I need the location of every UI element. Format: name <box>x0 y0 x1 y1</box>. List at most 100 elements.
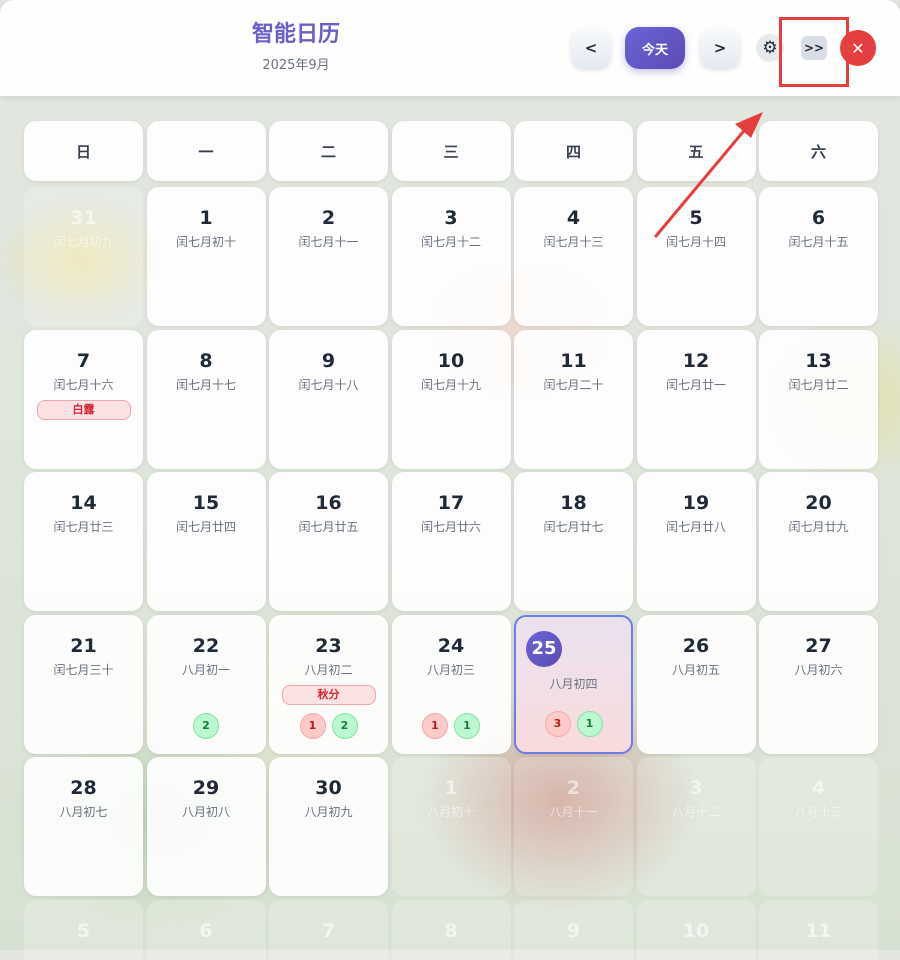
day-number: 27 <box>805 634 832 657</box>
day-number: 10 <box>437 349 465 372</box>
day-cell[interactable]: 13 闰七月廿二 <box>759 329 878 469</box>
event-badges: 12 <box>269 712 388 739</box>
day-number: 7 <box>76 349 91 372</box>
next-month-row: 5 6 7 8 9 10 11 <box>24 900 878 960</box>
lunar-date: 八月初八 <box>181 805 230 819</box>
event-badges: 11 <box>392 712 511 739</box>
day-number: 14 <box>70 492 97 514</box>
event-count-badge-green[interactable]: 2 <box>331 712 358 739</box>
solar-term-tag: 白露 <box>36 399 131 420</box>
lunar-date: 闰七月廿一 <box>665 377 726 392</box>
day-number: 2 <box>566 777 581 799</box>
day-number: 11 <box>560 349 587 372</box>
day-cell[interactable]: 23 八月初二秋分 1 2 <box>269 614 388 754</box>
event-count-badge-red[interactable]: 3 <box>544 710 571 737</box>
day-number: 28 <box>70 777 97 799</box>
next-month-day-cell[interactable]: 7 <box>269 900 388 960</box>
day-cell[interactable]: 1 八月初十 <box>391 757 511 896</box>
day-cell[interactable]: 9 闰七月十八 <box>269 329 388 469</box>
day-number: 10 <box>682 920 710 942</box>
day-cell[interactable]: 8 闰七月十七 <box>146 329 266 469</box>
day-number: 15 <box>192 492 220 514</box>
day-cell[interactable]: 10 闰七月十九 <box>391 329 511 469</box>
day-cell[interactable]: 7 闰七月十六白露 <box>24 329 143 469</box>
solar-term-tag: 秋分 <box>281 684 376 705</box>
day-cell[interactable]: 16 闰七月廿五 <box>269 472 388 611</box>
day-number: 30 <box>315 777 342 799</box>
day-cell[interactable]: 19 闰七月廿八 <box>636 472 756 611</box>
day-number: 23 <box>315 634 342 657</box>
day-number: 6 <box>199 920 213 942</box>
event-count-badge-green[interactable]: 1 <box>576 710 603 737</box>
lunar-date: 闰七月廿五 <box>298 520 359 534</box>
lunar-date: 八月初九 <box>304 805 353 819</box>
lunar-date: 闰七月廿三 <box>53 520 114 534</box>
day-number: 16 <box>315 492 342 514</box>
day-cell[interactable]: 24 八月初三 1 1 <box>391 614 511 754</box>
lunar-date: 闰七月三十 <box>53 662 114 677</box>
lunar-date: 闰七月廿八 <box>665 520 726 534</box>
lunar-date: 八月初七 <box>59 805 108 819</box>
day-cell[interactable]: 20 闰七月廿九 <box>759 472 878 611</box>
day-number: 19 <box>682 492 710 514</box>
next-month-day-cell[interactable]: 10 <box>636 900 756 960</box>
day-cell[interactable]: 22 八月初一 2 <box>146 614 266 754</box>
day-cell[interactable]: 18 闰七月廿七 <box>514 472 633 611</box>
day-cell[interactable]: 14 闰七月廿三 <box>24 472 143 611</box>
day-number: 18 <box>560 492 587 514</box>
lunar-date: 八月初三 <box>426 662 475 677</box>
day-cell[interactable]: 3 八月十二 <box>636 757 756 896</box>
day-number: 11 <box>805 920 832 942</box>
day-cell[interactable]: 15 闰七月廿四 <box>146 472 266 611</box>
day-number: 9 <box>321 349 336 372</box>
day-number: 12 <box>682 349 710 372</box>
day-cell[interactable]: 21 闰七月三十 <box>24 614 143 754</box>
lunar-date: 闰七月廿七 <box>543 520 604 534</box>
next-month-day-cell[interactable]: 9 <box>514 900 633 960</box>
next-month-day-cell[interactable]: 6 <box>146 900 266 960</box>
lunar-date: 闰七月十七 <box>175 377 236 392</box>
day-number: 21 <box>70 634 97 657</box>
day-number: 29 <box>192 777 220 799</box>
lunar-date: 闰七月廿二 <box>788 377 849 392</box>
day-cell[interactable]: 12 闰七月廿一 <box>636 329 756 469</box>
day-number: 20 <box>805 492 832 514</box>
lunar-date: 八月十三 <box>794 805 843 819</box>
day-number: 22 <box>192 634 220 657</box>
lunar-date: 八月初二 <box>304 662 353 677</box>
day-number: 26 <box>682 634 710 657</box>
day-cell[interactable]: 28 八月初七 <box>24 757 143 896</box>
event-count-badge-green[interactable]: 2 <box>193 712 219 739</box>
day-number: 8 <box>199 349 213 372</box>
day-cell[interactable]: 2 八月十一 <box>514 757 633 896</box>
day-cell[interactable]: 17 闰七月廿六 <box>391 472 511 611</box>
lunar-date: 八月初一 <box>181 662 230 677</box>
next-month-day-cell[interactable]: 5 <box>24 900 143 960</box>
next-month-day-cell[interactable]: 8 <box>391 900 511 960</box>
event-count-badge-green[interactable]: 1 <box>454 712 480 739</box>
day-cell[interactable]: 4 八月十三 <box>759 757 878 896</box>
day-cell[interactable]: 26 八月初五 <box>636 614 756 754</box>
lunar-date: 八月初十 <box>426 805 475 819</box>
day-cell[interactable]: 11 闰七月二十 <box>514 329 633 469</box>
today-number: 25 <box>526 630 562 667</box>
day-cell-today[interactable]: 25 八月初四 3 1 <box>514 614 633 754</box>
day-cell[interactable]: 30 八月初九 <box>269 757 388 896</box>
lunar-date: 闰七月廿九 <box>788 520 849 534</box>
day-number: 24 <box>437 634 465 657</box>
day-number: 8 <box>444 920 458 942</box>
event-count-badge-red[interactable]: 1 <box>422 712 448 739</box>
lunar-date: 闰七月廿六 <box>420 520 481 534</box>
event-count-badge-red[interactable]: 1 <box>299 712 326 739</box>
day-number: 9 <box>566 920 581 942</box>
lunar-date: 八月初五 <box>671 662 720 677</box>
day-cell[interactable]: 29 八月初八 <box>146 757 266 896</box>
lunar-date: 闰七月十九 <box>420 377 481 392</box>
lunar-date: 闰七月十六 <box>53 377 114 392</box>
lunar-date: 八月初六 <box>794 662 843 677</box>
lunar-date: 八月十二 <box>671 805 720 819</box>
event-badges: 2 <box>147 712 266 739</box>
next-month-day-cell[interactable]: 11 <box>759 900 878 960</box>
day-cell[interactable]: 27 八月初六 <box>759 614 878 754</box>
day-number: 7 <box>321 920 336 942</box>
